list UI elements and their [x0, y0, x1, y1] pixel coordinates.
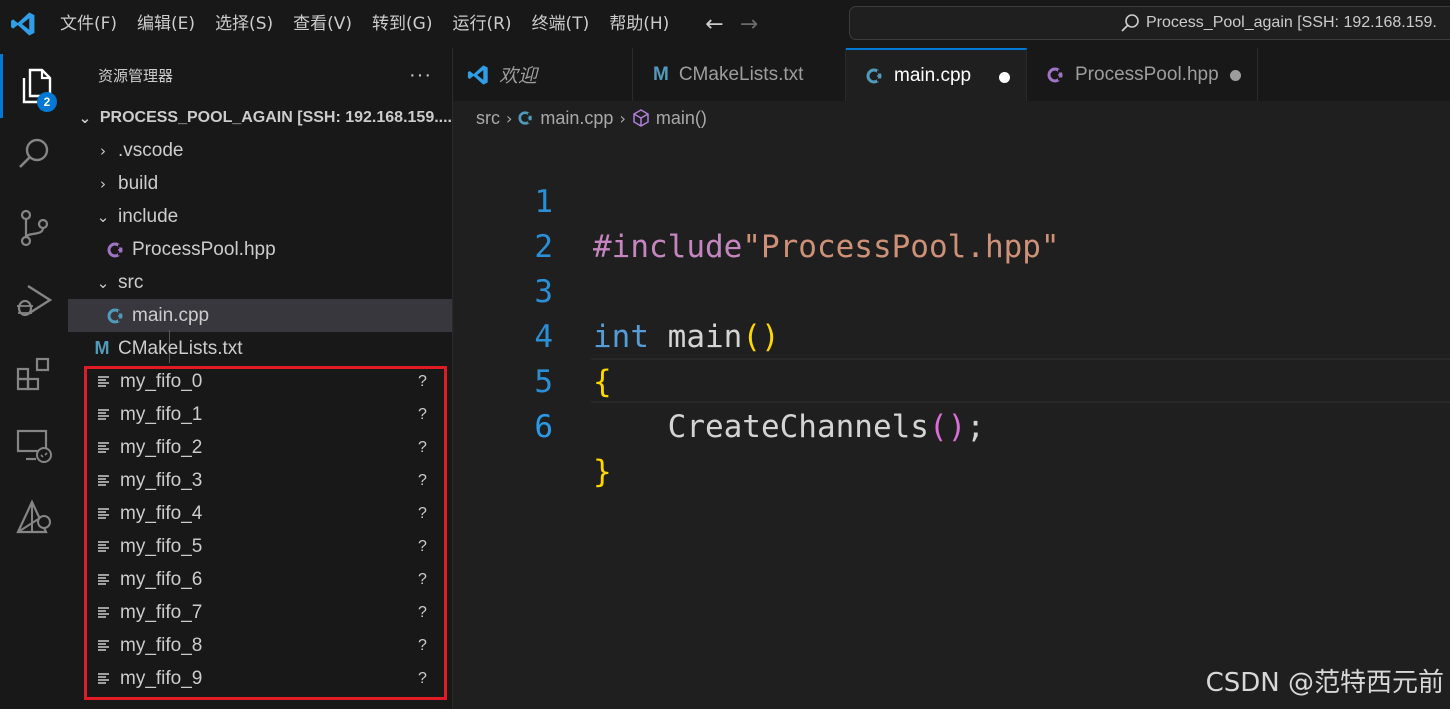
tab-main-cpp[interactable]: main.cpp — [846, 48, 1027, 101]
chevron-right-icon: › — [619, 108, 626, 128]
code-line: 4 { — [453, 270, 1450, 400]
file-cmakelists[interactable]: M CMakeLists.txt — [68, 332, 452, 365]
chevron-right-icon: › — [100, 141, 106, 160]
cmake-m-icon: M — [94, 338, 110, 358]
chevron-down-icon: ⌄ — [78, 108, 92, 127]
menu-bar: 文件(F) 编辑(E) 选择(S) 查看(V) 转到(G) 运行(R) 终端(T… — [52, 0, 681, 48]
menu-run[interactable]: 运行(R) — [444, 0, 523, 48]
menu-edit[interactable]: 编辑(E) — [129, 0, 207, 48]
symbol-method-icon — [632, 109, 650, 127]
tab-processpool-hpp[interactable]: ProcessPool.hpp — [1027, 48, 1258, 101]
menu-help[interactable]: 帮助(H) — [601, 0, 681, 48]
vscode-logo-icon — [0, 0, 46, 48]
workspace-root-label: PROCESS_POOL_AGAIN [SSH: 192.168.159.... — [99, 108, 452, 126]
title-bar: 文件(F) 编辑(E) 选择(S) 查看(V) 转到(G) 运行(R) 终端(T… — [0, 0, 1450, 48]
unsaved-dot-icon[interactable] — [999, 72, 1010, 83]
extensions-icon[interactable] — [0, 342, 68, 406]
folder-include-label: include — [118, 205, 179, 227]
navigation-arrows: ← → — [705, 12, 758, 37]
folder-src[interactable]: ⌄ src — [68, 266, 452, 299]
activity-bar: 2 — [0, 48, 68, 709]
arrow-left-icon[interactable]: ← — [705, 12, 723, 37]
code-line: 6 } — [453, 360, 1450, 490]
editor-tab-bar: 欢迎 M CMakeLists.txt main.cpp ProcessPool… — [453, 48, 1450, 101]
folder-vscode-label: .vscode — [118, 139, 184, 161]
watermark-text: CSDN @范特西元前 — [1205, 668, 1444, 698]
chevron-down-icon: ⌄ — [96, 207, 110, 226]
code-line: 5 CreateChannels(); — [453, 315, 1450, 445]
cpp-file-icon — [518, 110, 534, 126]
search-icon — [1121, 14, 1139, 32]
menu-file[interactable]: 文件(F) — [52, 0, 129, 48]
line-number: 6 — [534, 409, 553, 445]
menu-selection[interactable]: 选择(S) — [207, 0, 285, 48]
folder-src-label: src — [118, 271, 144, 293]
file-processpool-label: ProcessPool.hpp — [132, 238, 276, 260]
cmake-icon[interactable] — [0, 486, 68, 550]
folder-include[interactable]: ⌄ include — [68, 200, 452, 233]
breadcrumb-file[interactable]: main.cpp — [540, 108, 613, 129]
code-line: 1 #include"ProcessPool.hpp" — [453, 135, 1450, 265]
source-control-icon[interactable] — [0, 196, 68, 260]
code-line: 3 int main() — [453, 225, 1450, 355]
highlight-annotation-box — [84, 366, 447, 700]
folder-vscode[interactable]: › .vscode — [68, 134, 452, 167]
search-icon[interactable] — [0, 122, 68, 186]
paren-token: () — [928, 409, 967, 445]
more-actions-icon[interactable]: ··· — [409, 64, 432, 87]
file-cmakelists-label: CMakeLists.txt — [118, 337, 243, 359]
breadcrumb-folder[interactable]: src — [476, 108, 500, 129]
cpp-header-icon — [106, 240, 126, 260]
code-text: CreateChannels(); — [593, 405, 985, 450]
workspace-root[interactable]: ⌄ PROCESS_POOL_AGAIN [SSH: 192.168.159..… — [68, 101, 452, 134]
tab-main-label: main.cpp — [894, 64, 972, 86]
brace-token: } — [593, 454, 612, 490]
explorer-badge: 2 — [37, 92, 57, 112]
arrow-right-icon[interactable]: → — [740, 12, 758, 37]
menu-go[interactable]: 转到(G) — [364, 0, 444, 48]
file-processpool-hpp[interactable]: ProcessPool.hpp — [68, 233, 452, 266]
chevron-right-icon: › — [506, 108, 513, 128]
unsaved-dot-icon[interactable] — [1230, 70, 1241, 81]
remote-explorer-icon[interactable] — [0, 414, 68, 478]
tab-processpool-label: ProcessPool.hpp — [1075, 63, 1219, 85]
code-text: } — [593, 450, 612, 495]
tab-welcome-label: 欢迎 — [499, 66, 538, 87]
code-editor[interactable]: 1 #include"ProcessPool.hpp" 2 3 int main… — [453, 135, 1450, 709]
explorer-icon[interactable]: 2 — [0, 54, 68, 118]
chevron-right-icon: › — [100, 174, 106, 193]
tab-cmakelists[interactable]: M CMakeLists.txt — [633, 48, 846, 101]
folder-build[interactable]: › build — [68, 167, 452, 200]
command-center-label: Process_Pool_again [SSH: 192.168.159. — [1146, 14, 1437, 31]
folder-build-label: build — [118, 172, 159, 194]
command-center-search[interactable]: Process_Pool_again [SSH: 192.168.159. — [849, 6, 1450, 40]
explorer-header: 资源管理器 ··· — [68, 48, 452, 102]
semicolon-token: ; — [966, 409, 985, 445]
function-call-token: CreateChannels — [667, 409, 929, 445]
menu-view[interactable]: 查看(V) — [285, 0, 364, 48]
tab-cmakelists-label: CMakeLists.txt — [678, 63, 804, 85]
chevron-down-icon: ⌄ — [96, 273, 110, 292]
explorer-title: 资源管理器 — [98, 66, 174, 85]
breadcrumb: src › main.cpp › main() — [453, 101, 1450, 135]
tab-welcome[interactable]: 欢迎 — [453, 48, 633, 101]
cpp-file-icon — [106, 306, 126, 326]
file-main-cpp[interactable]: main.cpp — [68, 299, 452, 332]
file-main-label: main.cpp — [132, 304, 210, 326]
cmake-m-icon: M — [653, 63, 669, 85]
vscode-logo-icon — [467, 64, 489, 86]
code-line: 2 — [453, 180, 1450, 265]
breadcrumb-symbol[interactable]: main() — [656, 108, 707, 129]
cpp-header-icon — [1047, 66, 1065, 84]
run-debug-icon[interactable] — [0, 268, 68, 332]
cpp-file-icon — [866, 67, 884, 85]
menu-terminal[interactable]: 终端(T) — [524, 0, 602, 48]
